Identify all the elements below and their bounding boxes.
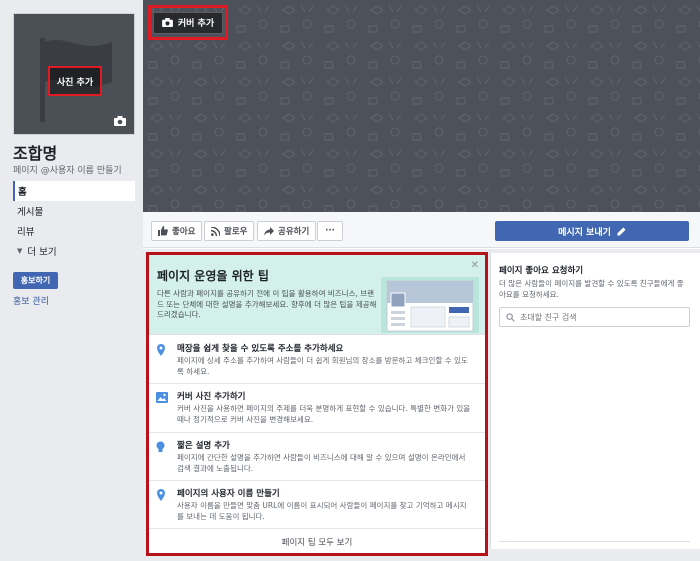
left-column: 사진 추가 조합명 페이지 @사용자 이름 만들기 홈 게시물 리뷰 ▼ 더 보… bbox=[0, 0, 143, 561]
close-icon[interactable]: ✕ bbox=[471, 260, 479, 271]
add-cover-inner: 커버 추가 bbox=[152, 11, 224, 34]
tip-title: 페이지의 사용자 이름 만들기 bbox=[177, 489, 280, 499]
nav-item-home[interactable]: 홈 bbox=[13, 181, 135, 201]
lightbulb-icon bbox=[156, 441, 165, 452]
send-message-button[interactable]: 메시지 보내기 bbox=[495, 221, 689, 241]
location-pin-icon bbox=[157, 489, 165, 501]
search-icon bbox=[506, 312, 515, 322]
invite-search-input[interactable] bbox=[520, 312, 680, 322]
camera-icon bbox=[161, 18, 173, 27]
invite-friends-panel: 페이지 좋아요 요청하기 더 많은 사람들이 페이지를 발견할 수 있도록 친구… bbox=[490, 253, 700, 549]
tip-body: 페이지에 상세 주소를 추가하여 사람들이 더 쉽게 회원님의 장소를 방문하고… bbox=[177, 356, 468, 376]
page-nav: 홈 게시물 리뷰 ▼ 더 보기 bbox=[13, 181, 135, 261]
tips-description: 다른 사람과 페이지를 공유하기 전에 이 팁을 활용하여 비즈니스, 브랜드 … bbox=[157, 289, 377, 319]
tip-item-username[interactable]: 페이지의 사용자 이름 만들기 사용자 이름을 만들면 맞춤 URL에 이름이 … bbox=[149, 481, 485, 529]
create-username-link[interactable]: 페이지 @사용자 이름 만들기 bbox=[13, 163, 122, 176]
image-icon bbox=[156, 392, 168, 403]
add-cover-label: 커버 추가 bbox=[177, 19, 215, 29]
nav-item-more-label: 더 보기 bbox=[27, 247, 57, 258]
tip-body: 페이지에 간단한 설명을 추가하면 사람들이 비즈니스에 대해 알 수 있으며 … bbox=[177, 453, 466, 473]
page-name: 조합명 bbox=[13, 144, 58, 163]
like-button[interactable]: 좋아요 bbox=[151, 221, 203, 241]
send-message-label: 메시지 보내기 bbox=[558, 227, 611, 238]
share-arrow-icon bbox=[264, 226, 274, 235]
tip-item-address[interactable]: 매장을 쉽게 찾을 수 있도록 주소를 추가하세요 페이지에 상세 주소를 추가… bbox=[149, 336, 485, 384]
rss-icon bbox=[211, 226, 220, 236]
profile-picture[interactable]: 사진 추가 bbox=[13, 13, 135, 135]
cover-photo: 커버 추가 bbox=[143, 0, 700, 212]
tip-title: 커버 사진 추가하기 bbox=[177, 392, 246, 402]
follow-button[interactable]: 팔로우 bbox=[204, 221, 255, 241]
more-options-button[interactable]: ··· bbox=[317, 221, 343, 241]
like-label: 좋아요 bbox=[172, 227, 196, 237]
tip-title: 짧은 설명 추가 bbox=[177, 441, 230, 451]
tip-item-cover-photo[interactable]: 커버 사진 추가하기 커버 사진을 사용하면 페이지의 주제를 더욱 분명하게 … bbox=[149, 384, 485, 433]
promote-button[interactable]: 홍보하기 bbox=[13, 272, 58, 289]
share-label: 공유하기 bbox=[278, 227, 310, 237]
invite-description: 더 많은 사람들이 페이지를 발견할 수 있도록 친구들에게 좋아요를 요청하세… bbox=[499, 279, 684, 299]
tips-header: 페이지 운영을 위한 팁 다른 사람과 페이지를 공유하기 전에 이 팁을 활용… bbox=[149, 255, 485, 335]
thumbs-up-icon bbox=[158, 226, 168, 236]
follow-label: 팔로우 bbox=[224, 227, 248, 237]
page-action-bar: 좋아요 팔로우 공유하기 ··· 메시지 보내기 bbox=[143, 212, 700, 248]
camera-icon[interactable] bbox=[114, 116, 126, 126]
add-cover-button[interactable]: 커버 추가 bbox=[148, 5, 228, 40]
manage-promotions-link[interactable]: 홍보 관리 bbox=[13, 294, 49, 307]
see-all-tips-link[interactable]: 페이지 팁 모두 보기 bbox=[149, 531, 485, 553]
page-preview-illustration bbox=[381, 277, 479, 333]
tip-body: 커버 사진을 사용하면 페이지의 주제를 더욱 분명하게 표현할 수 있습니다.… bbox=[177, 404, 471, 424]
nav-item-reviews[interactable]: 리뷰 bbox=[13, 221, 135, 241]
share-button[interactable]: 공유하기 bbox=[257, 221, 317, 241]
chevron-down-icon: ▼ bbox=[17, 247, 23, 255]
location-pin-icon bbox=[157, 344, 165, 356]
pencil-icon bbox=[617, 226, 626, 236]
page-tips-card: 페이지 운영을 위한 팁 다른 사람과 페이지를 공유하기 전에 이 팁을 활용… bbox=[146, 252, 488, 556]
invite-title: 페이지 좋아요 요청하기 bbox=[499, 266, 584, 276]
tip-item-short-description[interactable]: 짧은 설명 추가 페이지에 간단한 설명을 추가하면 사람들이 비즈니스에 대해… bbox=[149, 433, 485, 481]
tip-title: 매장을 쉽게 찾을 수 있도록 주소를 추가하세요 bbox=[177, 344, 344, 354]
tips-title: 페이지 운영을 위한 팁 bbox=[157, 269, 269, 283]
add-photo-button[interactable]: 사진 추가 bbox=[48, 66, 102, 96]
invite-search-box[interactable] bbox=[499, 307, 690, 327]
tip-body: 사용자 이름을 만들면 맞춤 URL에 이름이 표시되어 사람들이 페이지를 찾… bbox=[177, 501, 467, 521]
divider bbox=[499, 541, 690, 542]
nav-item-more[interactable]: ▼ 더 보기 bbox=[13, 241, 135, 261]
nav-item-posts[interactable]: 게시물 bbox=[13, 201, 135, 221]
